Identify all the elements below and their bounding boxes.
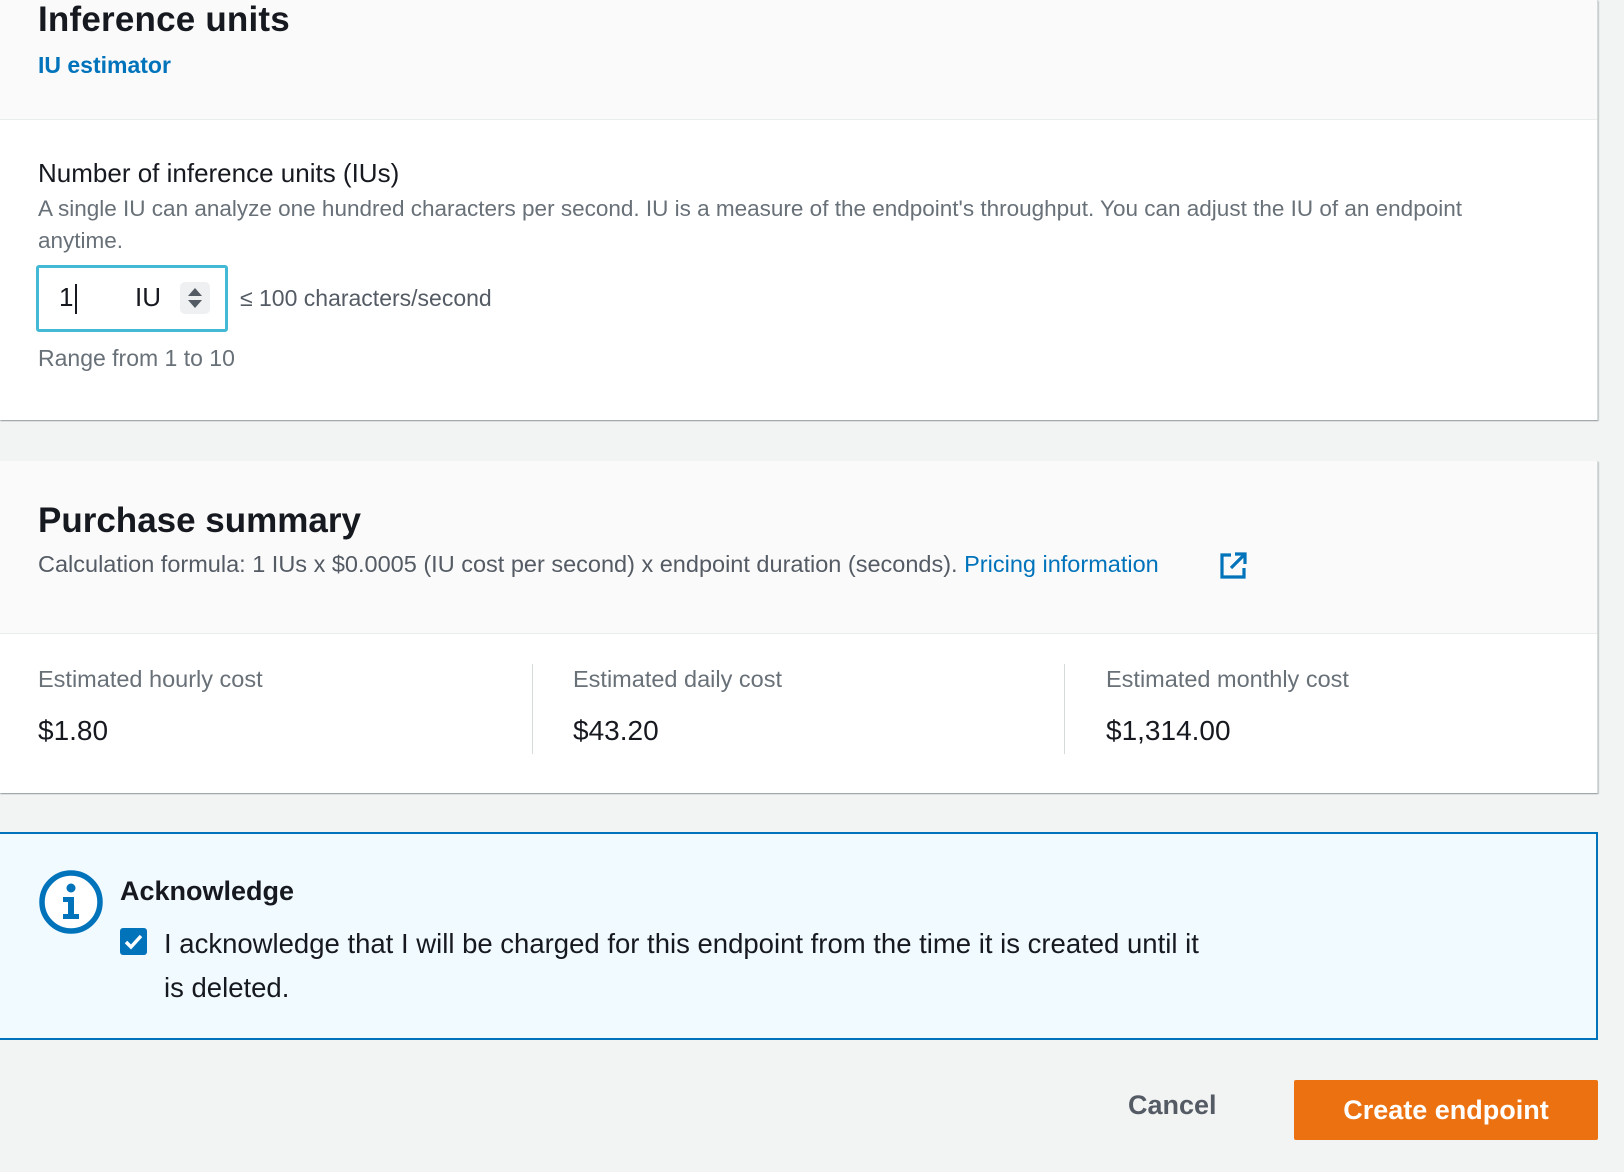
iu-field-description: A single IU can analyze one hundred char… — [38, 196, 1462, 253]
acknowledge-checkbox-label[interactable]: I acknowledge that I will be charged for… — [164, 922, 1204, 1010]
info-icon — [39, 870, 103, 934]
stepper-arrows-icon[interactable] — [180, 282, 210, 314]
column-divider — [1064, 664, 1065, 754]
create-endpoint-button[interactable]: Create endpoint — [1294, 1080, 1598, 1140]
cost-amount: $1,314.00 — [1106, 715, 1231, 746]
cost-label: Estimated hourly cost — [38, 666, 263, 692]
cost-label: Estimated monthly cost — [1106, 666, 1349, 692]
calculation-formula: Calculation formula: 1 IUs x $0.0005 (IU… — [38, 551, 1159, 578]
daily-cost: Estimated daily cost $43.20 — [573, 666, 782, 747]
formula-text: Calculation formula: 1 IUs x $0.0005 (IU… — [38, 551, 958, 577]
purchase-summary-title: Purchase summary — [38, 501, 361, 540]
acknowledge-title: Acknowledge — [120, 876, 295, 906]
hourly-cost: Estimated hourly cost $1.80 — [38, 666, 263, 747]
range-hint: Range from 1 to 10 — [38, 345, 235, 371]
inference-units-panel: Inference units IU estimator Number of i… — [0, 0, 1598, 420]
checkmark-icon — [124, 934, 143, 950]
acknowledge-alert: Acknowledge I acknowledge that I will be… — [0, 832, 1598, 1040]
iu-field-label: Number of inference units (IUs) — [38, 158, 400, 188]
purchase-summary-header — [0, 461, 1597, 634]
column-divider — [532, 664, 533, 754]
cost-amount: $1.80 — [38, 715, 109, 746]
cost-label: Estimated daily cost — [573, 666, 782, 692]
pricing-information-link[interactable]: Pricing information — [964, 551, 1159, 577]
increment-arrow-icon[interactable] — [188, 288, 202, 296]
iu-quantity-stepper[interactable]: 1 IU — [36, 265, 228, 332]
iu-estimator-link[interactable]: IU estimator — [38, 52, 171, 79]
decrement-arrow-icon[interactable] — [188, 300, 202, 308]
acknowledge-checkbox[interactable] — [120, 928, 147, 955]
text-caret — [75, 284, 77, 314]
cost-amount: $43.20 — [573, 715, 659, 746]
iu-input-value[interactable]: 1 — [59, 282, 73, 313]
external-link-icon[interactable] — [1218, 551, 1248, 581]
monthly-cost: Estimated monthly cost $1,314.00 — [1106, 666, 1349, 747]
cancel-button[interactable]: Cancel — [1128, 1090, 1217, 1121]
iu-input-unit: IU — [135, 282, 161, 312]
inference-units-title: Inference units — [38, 0, 290, 39]
throughput-hint: ≤ 100 characters/second — [240, 285, 492, 311]
purchase-summary-panel: Purchase summary Calculation formula: 1 … — [0, 461, 1598, 793]
